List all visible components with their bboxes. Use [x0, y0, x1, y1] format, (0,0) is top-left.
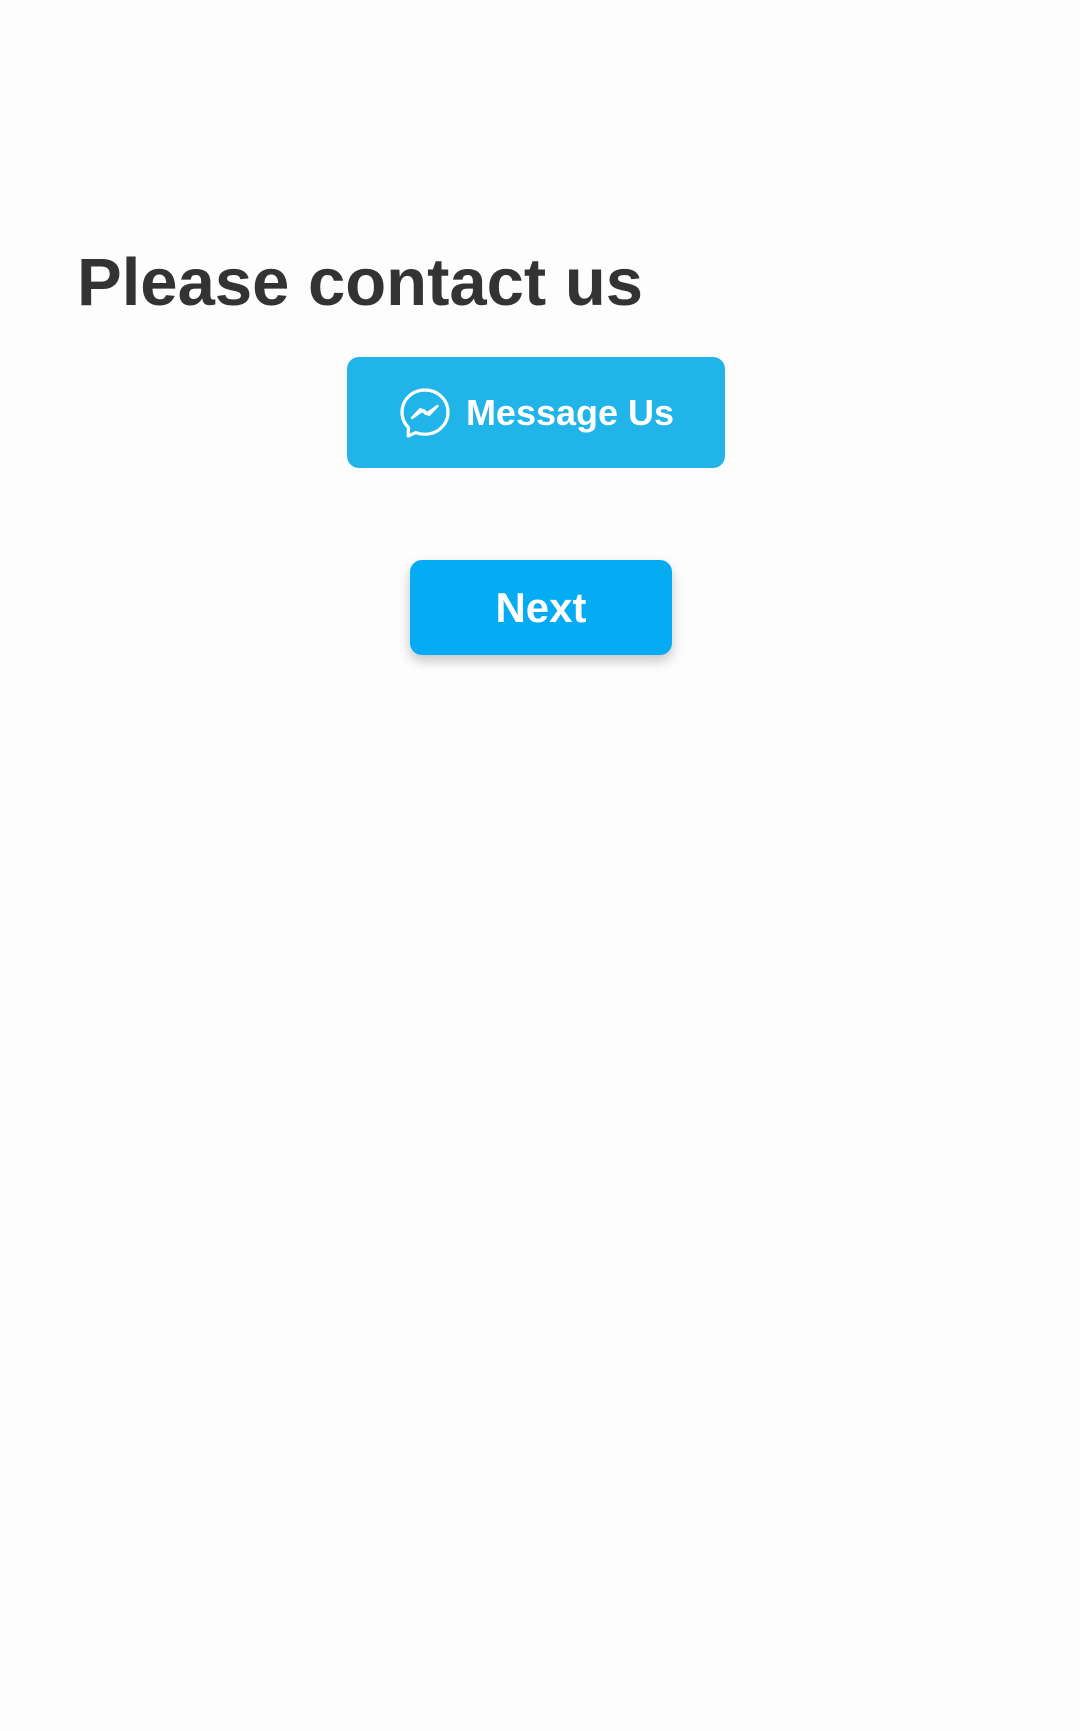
message-us-button[interactable]: Message Us — [347, 357, 725, 468]
next-label: Next — [495, 583, 587, 631]
message-us-label: Message Us — [465, 391, 675, 433]
messenger-icon — [400, 387, 450, 438]
page-title: Please contact us — [77, 245, 644, 320]
next-button[interactable]: Next — [410, 560, 672, 655]
